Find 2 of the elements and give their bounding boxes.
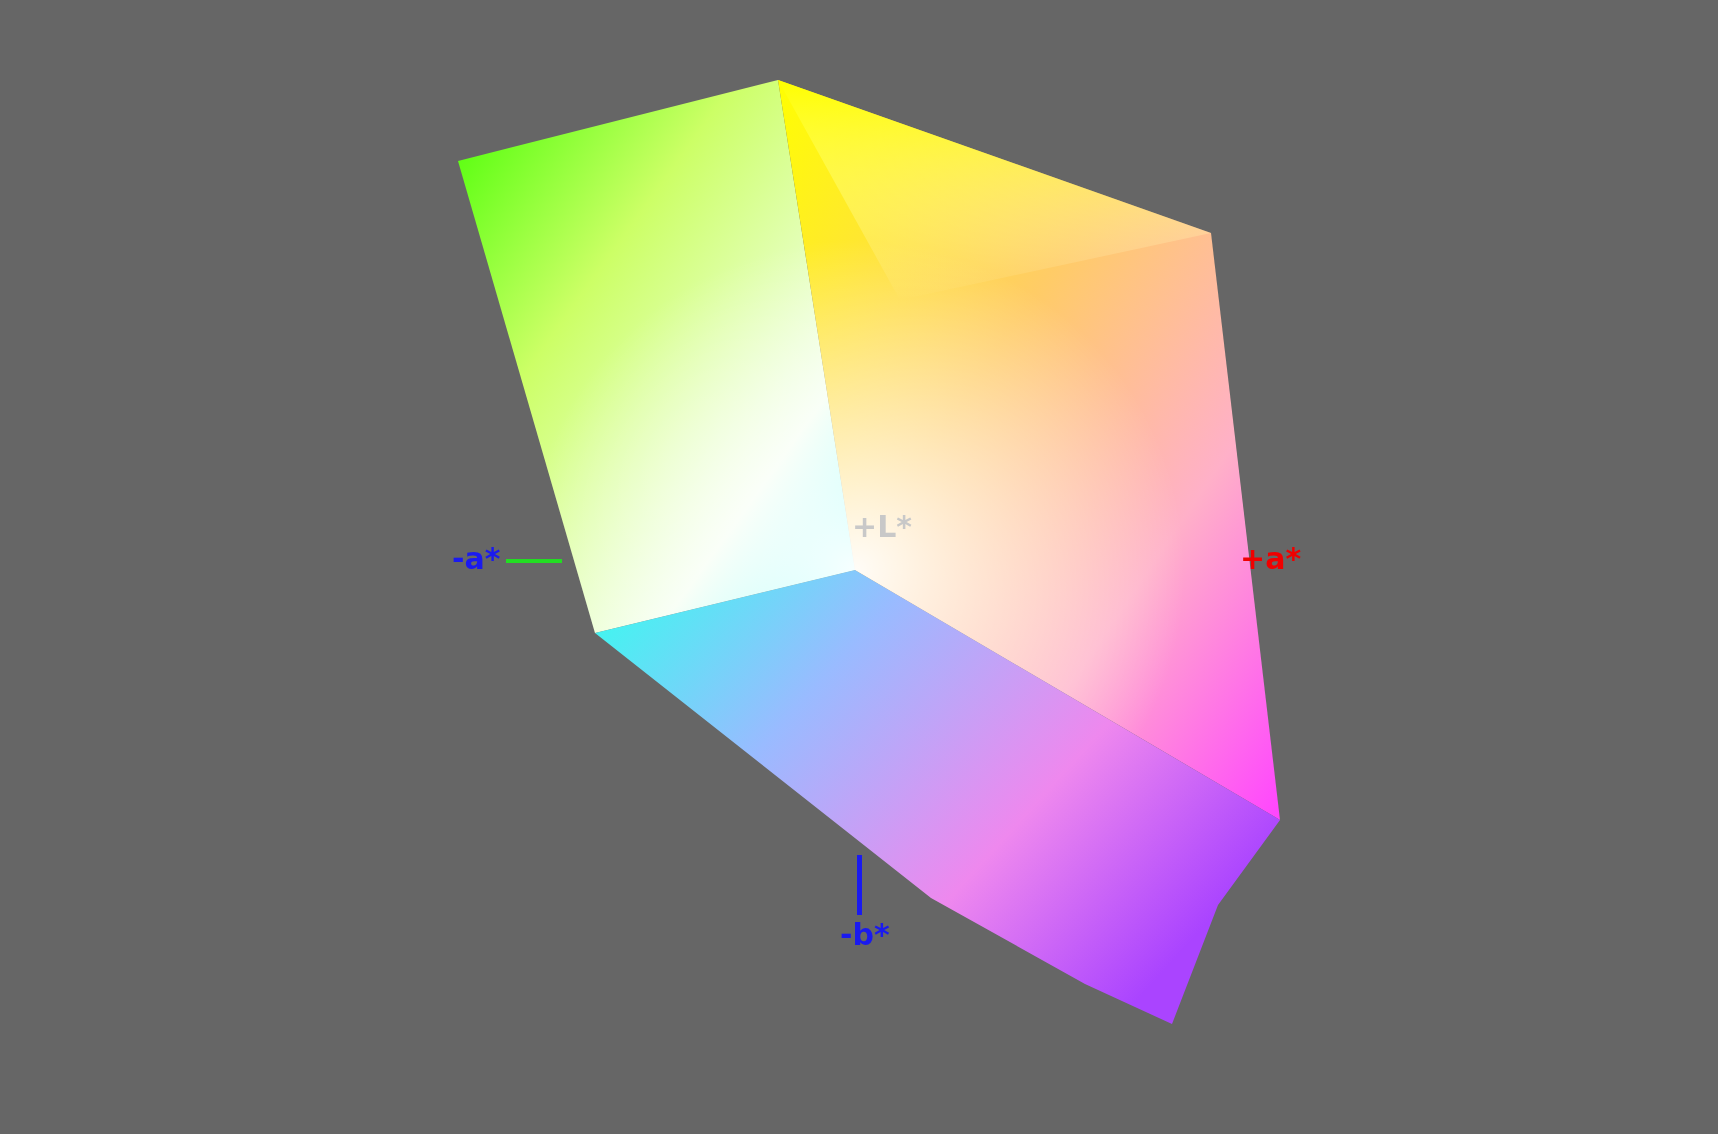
axis-label: -b* [840, 920, 890, 950]
axis-label: -a* [452, 544, 501, 574]
